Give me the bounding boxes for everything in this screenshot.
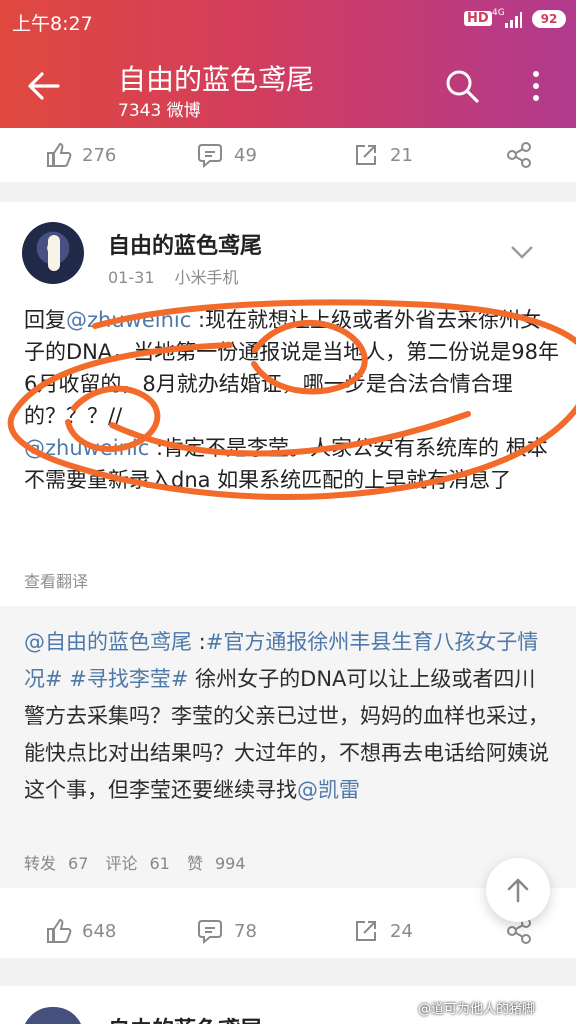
back-arrow-icon[interactable] xyxy=(24,66,64,106)
like-button[interactable]: 648 xyxy=(44,904,116,958)
chevron-down-icon[interactable] xyxy=(508,242,536,262)
status-bar: 上午8:27 HD 4G 92 xyxy=(0,0,576,40)
comment-button[interactable]: 49 xyxy=(196,128,257,182)
like-count: 994 xyxy=(214,854,246,873)
hd-icon: HD xyxy=(464,11,492,26)
like-count: 276 xyxy=(82,144,117,166)
comment-button[interactable]: 78 xyxy=(196,904,257,958)
avatar[interactable] xyxy=(22,222,84,284)
profile-header: 上午8:27 HD 4G 92 自由的蓝色鸢尾 7343 微博 xyxy=(0,0,576,128)
share-icon[interactable] xyxy=(504,140,534,170)
comment-count: 61 xyxy=(149,854,170,873)
next-post-author[interactable]: 自由的蓝色鸢尾 xyxy=(108,1012,262,1024)
repost-count: 21 xyxy=(390,144,413,166)
scroll-top-icon xyxy=(507,878,529,903)
profile-title: 自由的蓝色鸢尾 xyxy=(118,63,315,96)
battery-indicator: 92 xyxy=(532,10,566,28)
scroll-top-button[interactable] xyxy=(486,858,550,922)
more-vertical-icon[interactable] xyxy=(522,68,550,104)
top-action-bar: 276 49 21 xyxy=(0,128,576,182)
like-count: 648 xyxy=(82,920,117,942)
like-label: 赞 xyxy=(186,854,203,873)
profile-post-count: 7343 微博 xyxy=(118,101,201,121)
repost-author-link[interactable]: @自由的蓝色鸢尾 xyxy=(24,630,192,654)
signal-icon xyxy=(505,12,522,28)
comment-icon xyxy=(198,144,222,169)
like-icon xyxy=(47,918,72,943)
mention-link[interactable]: @zhuweinic xyxy=(66,308,191,332)
search-icon[interactable] xyxy=(444,68,480,104)
network-icon: 4G xyxy=(492,8,505,18)
like-button[interactable]: 276 xyxy=(44,128,116,182)
post-date: 01-31 xyxy=(108,268,155,287)
mention-link[interactable]: @zhuweinic xyxy=(24,436,149,460)
weibo-profile-screen: 上午8:27 HD 4G 92 自由的蓝色鸢尾 7343 微博 276 49 2… xyxy=(0,0,576,1024)
reposted-weibo[interactable]: @自由的蓝色鸢尾 :#官方通报徐州丰县生育八孩女子情况# #寻找李莹# 徐州女子… xyxy=(0,606,576,888)
comment-label: 评论 xyxy=(105,854,138,873)
weibo-watermark: @道可为他人的猪脚 xyxy=(418,1002,536,1017)
like-icon xyxy=(47,142,72,167)
comment-count: 49 xyxy=(234,144,257,166)
post-meta: 01-31 小米手机 xyxy=(108,264,259,288)
repost-label: 转发 xyxy=(24,854,57,873)
bottom-action-bar: 648 78 24 xyxy=(0,904,576,958)
post-content: 回复@zhuweinic :现在就想让上级或者外省去采徐州女子的DNA，当地第一… xyxy=(24,304,560,496)
translate-link[interactable]: 查看翻译 xyxy=(24,568,88,592)
hashtag-link[interactable]: #寻找李莹# xyxy=(69,667,188,691)
status-time: 上午8:27 xyxy=(12,13,93,35)
repost-stats: 转发 67 评论 61 赞 994 xyxy=(24,850,258,874)
comment-count: 78 xyxy=(234,920,257,942)
repost-icon xyxy=(356,145,376,165)
repost-icon xyxy=(356,921,376,941)
reposted-text: @自由的蓝色鸢尾 :#官方通报徐州丰县生育八孩女子情况# #寻找李莹# 徐州女子… xyxy=(24,624,554,809)
repost-button[interactable]: 21 xyxy=(352,128,413,182)
post-device: 小米手机 xyxy=(174,268,239,287)
post-author[interactable]: 自由的蓝色鸢尾 xyxy=(108,228,262,260)
repost-separator: : xyxy=(192,630,206,654)
repost-count: 24 xyxy=(390,920,413,942)
mention-link[interactable]: @凯雷 xyxy=(297,778,360,802)
reply-prefix: 回复 xyxy=(24,308,66,332)
comment-icon xyxy=(198,920,222,945)
repost-button[interactable]: 24 xyxy=(352,904,413,958)
repost-count: 67 xyxy=(68,854,89,873)
